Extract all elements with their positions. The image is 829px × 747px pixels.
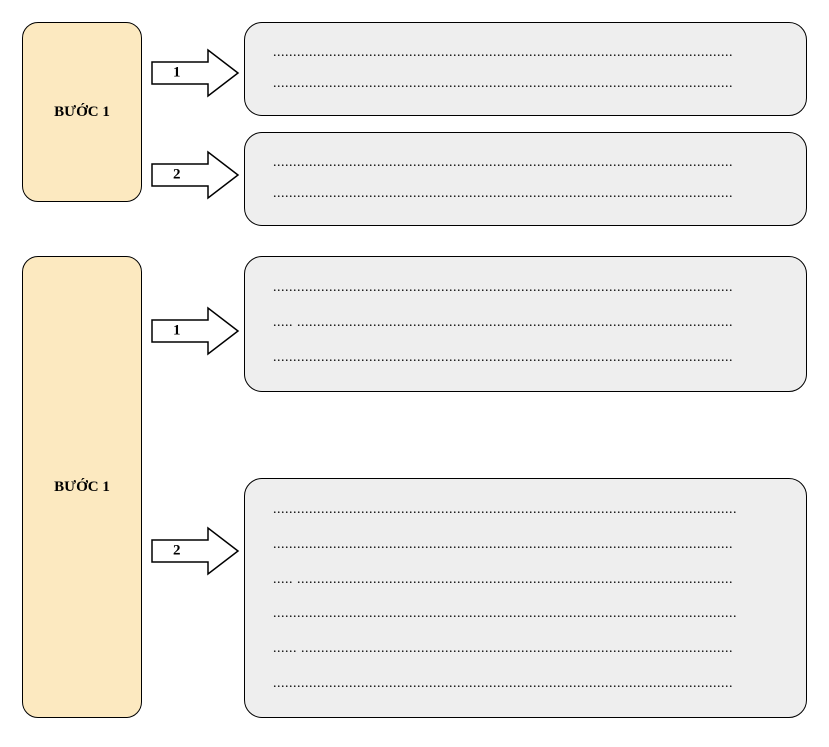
arrow-label: 1 (173, 323, 181, 340)
content-column: ........................................… (244, 22, 807, 226)
dotted-line: ........................................… (273, 46, 778, 60)
step-box: BƯỚC 1 (22, 22, 142, 202)
arrow-2: 2 (150, 526, 240, 576)
content-box-2: ........................................… (244, 132, 807, 226)
arrows-column: 1 2 (142, 256, 244, 718)
arrow-1: 1 (150, 306, 240, 356)
arrow-icon (150, 150, 240, 200)
dotted-line: ........................................… (273, 281, 778, 295)
arrow-label: 2 (173, 543, 181, 560)
dotted-line: ..... ..................................… (273, 316, 778, 330)
content-box-2: ........................................… (244, 478, 807, 718)
content-box-1: ........................................… (244, 256, 807, 392)
arrow-label: 1 (173, 65, 181, 82)
dotted-line: ...... .................................… (273, 642, 778, 656)
dotted-line: ........................................… (273, 351, 778, 365)
step-section-1: BƯỚC 1 1 2 .............................… (22, 22, 807, 226)
arrow-2: 2 (150, 150, 240, 200)
arrows-column: 1 2 (142, 22, 244, 226)
content-column: ........................................… (244, 256, 807, 718)
dotted-line: ........................................… (273, 77, 778, 91)
dotted-line: ........................................… (273, 187, 778, 201)
step-box: BƯỚC 1 (22, 256, 142, 718)
arrow-1: 1 (150, 48, 240, 98)
content-box-1: ........................................… (244, 22, 807, 116)
arrow-icon (150, 48, 240, 98)
dotted-line: ........................................… (273, 607, 778, 621)
dotted-line: ........................................… (273, 677, 778, 691)
step-section-2: BƯỚC 1 1 2 .............................… (22, 256, 807, 718)
arrow-icon (150, 306, 240, 356)
dotted-line: ........................................… (273, 156, 778, 170)
step-label: BƯỚC 1 (54, 104, 110, 121)
dotted-line: ........................................… (273, 538, 778, 552)
dotted-line: ........................................… (273, 503, 778, 517)
arrow-label: 2 (173, 167, 181, 184)
dotted-line: ..... ..................................… (273, 573, 778, 587)
arrow-icon (150, 526, 240, 576)
step-label: BƯỚC 1 (54, 479, 110, 496)
